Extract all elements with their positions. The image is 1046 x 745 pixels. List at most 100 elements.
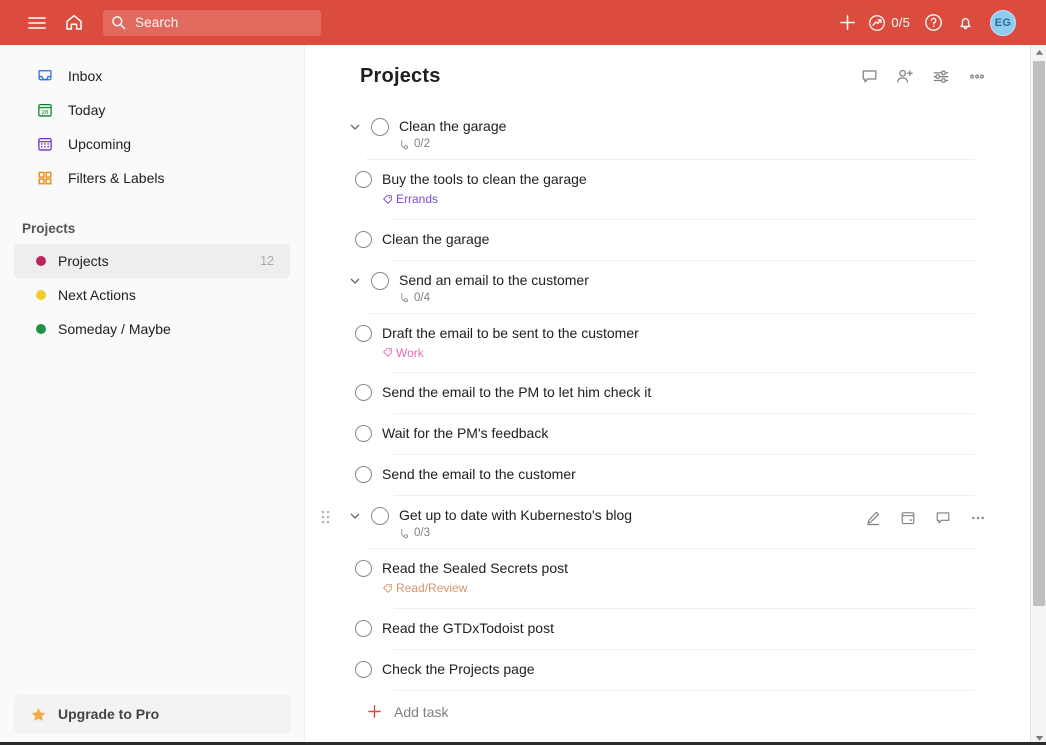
parent-task-row[interactable]: Clean the garage 0/2 (320, 107, 1030, 159)
subtask-content: Read the GTDxTodoist post (382, 619, 1030, 646)
comments-button[interactable] (858, 65, 880, 87)
subtask-content: Read the Sealed Secrets post Read/Review (382, 559, 1030, 608)
subtask-checkbox[interactable] (355, 425, 372, 442)
task-more-button[interactable] (968, 508, 988, 528)
sidebar-item-inbox[interactable]: Inbox (14, 59, 290, 93)
sidebar-project-projects[interactable]: Projects 12 (14, 244, 290, 278)
task-label-text: Read/Review (396, 581, 468, 595)
task-checkbox[interactable] (371, 507, 389, 525)
scroll-up-button[interactable] (1031, 45, 1046, 59)
subtask-checkbox[interactable] (355, 384, 372, 401)
subtask-checkbox[interactable] (355, 324, 372, 342)
chevron-down-icon[interactable] (346, 118, 364, 136)
chevron-down-icon[interactable] (346, 507, 364, 525)
productivity-button[interactable]: 0/5 (864, 11, 916, 35)
sliders-icon (933, 69, 949, 83)
project-color-dot (36, 324, 46, 334)
avatar[interactable]: EG (990, 9, 1016, 36)
search-icon (111, 15, 126, 30)
task-label[interactable]: Work (382, 346, 424, 360)
subtask-row[interactable]: Read the Sealed Secrets post Read/Review (320, 549, 1030, 608)
search-placeholder-text: Search (135, 15, 179, 30)
project-label: Someday / Maybe (58, 321, 171, 337)
subtask-checkbox[interactable] (355, 560, 372, 577)
drag-handle-icon[interactable] (320, 509, 332, 525)
task-group: Clean the garage 0/2 Buy the tools to cl… (320, 107, 1030, 261)
subtask-row[interactable]: Buy the tools to clean the garage Errand… (320, 160, 1030, 219)
subtask-title: Wait for the PM's feedback (382, 425, 549, 441)
subtask-count: 0/4 (399, 292, 1030, 304)
subtask-title: Send the email to the PM to let him chec… (382, 384, 652, 400)
subtask-count-text: 0/4 (414, 291, 430, 304)
parent-task-row[interactable]: Send an email to the customer 0/4 (320, 261, 1030, 313)
sidebar-projects-list: Projects 12 Next Actions Someday / Maybe (0, 244, 304, 346)
scrollbar-thumb[interactable] (1033, 61, 1045, 606)
task-label-text: Errands (396, 192, 439, 206)
subtask-title: Check the Projects page (382, 660, 535, 677)
notifications-button[interactable] (950, 8, 980, 38)
subtask-count: 0/3 (399, 527, 1030, 539)
chevron-down-icon[interactable] (346, 272, 364, 290)
subtask-row[interactable]: Draft the email to be sent to the custom… (320, 314, 1030, 373)
task-label-text: Work (396, 345, 424, 360)
sidebar-item-filters-labels[interactable]: Filters & Labels (14, 161, 290, 195)
edit-task-button[interactable] (863, 508, 883, 528)
share-project-button[interactable] (894, 65, 916, 87)
sidebar-item-today[interactable]: 28 Today (14, 93, 290, 127)
topbar-right-actions: 0/5 EG (832, 8, 1016, 38)
vertical-scrollbar[interactable] (1030, 45, 1046, 745)
subtask-row[interactable]: Wait for the PM's feedback (320, 414, 1030, 454)
task-group: Send an email to the customer 0/4 Draft … (320, 261, 1030, 496)
subtask-row[interactable]: Clean the garage (320, 220, 1030, 260)
upgrade-to-pro-button[interactable]: Upgrade to Pro (14, 695, 291, 733)
subtask-title: Clean the garage (382, 230, 490, 247)
sidebar-project-next-actions[interactable]: Next Actions (14, 278, 290, 312)
sidebar-item-upcoming[interactable]: Upcoming (14, 127, 290, 161)
more-options-button[interactable] (966, 65, 988, 87)
subtask-checkbox[interactable] (355, 230, 372, 248)
home-button[interactable] (59, 8, 89, 38)
calendar-today-icon: 28 (36, 101, 58, 119)
subtask-title: Send the email to the customer (382, 466, 576, 482)
hamburger-icon (28, 16, 46, 29)
add-task-button[interactable] (832, 8, 862, 38)
help-button[interactable] (918, 8, 948, 38)
plus-icon (839, 15, 855, 30)
subtask-row[interactable]: Send the email to the PM to let him chec… (320, 373, 1030, 413)
subtask-checkbox[interactable] (355, 466, 372, 483)
subtask-count-text: 0/3 (414, 527, 430, 539)
subtask-checkbox[interactable] (355, 619, 372, 637)
subtask-row[interactable]: Check the Projects page (320, 650, 1030, 690)
schedule-task-button[interactable] (898, 508, 918, 528)
add-task-label: Add task (394, 703, 449, 720)
task-checkbox[interactable] (371, 271, 389, 290)
subtask-checkbox[interactable] (355, 171, 372, 188)
home-icon (66, 14, 82, 30)
task-group: Get up to date with Kubernesto's blog 0/… (320, 496, 1030, 691)
sidebar-item-label: Today (68, 102, 106, 118)
add-task-row[interactable]: Add task (366, 693, 1030, 731)
hamburger-menu-button[interactable] (22, 8, 52, 38)
project-color-dot (36, 290, 46, 300)
project-color-dot (36, 256, 46, 266)
sidebar-item-label: Inbox (68, 68, 103, 84)
upgrade-label: Upgrade to Pro (58, 706, 160, 722)
calendar-upcoming-icon (36, 135, 58, 153)
subtask-content: Check the Projects page (382, 660, 1030, 687)
task-label[interactable]: Errands (382, 192, 438, 206)
subtask-row[interactable]: Send the email to the customer (320, 455, 1030, 495)
project-task-count: 12 (260, 254, 274, 268)
subtask-row[interactable]: Read the GTDxTodoist post (320, 609, 1030, 649)
subtask-title: Read the Sealed Secrets post (382, 560, 569, 576)
tag-icon (382, 583, 393, 594)
task-checkbox[interactable] (371, 118, 389, 136)
subtask-checkbox[interactable] (355, 660, 372, 678)
search-input[interactable]: Search (103, 9, 321, 36)
parent-task-row[interactable]: Get up to date with Kubernesto's blog 0/… (320, 496, 1030, 548)
task-label[interactable]: Read/Review (382, 581, 467, 595)
view-options-button[interactable] (930, 65, 952, 87)
sidebar-project-someday-maybe[interactable]: Someday / Maybe (14, 312, 290, 346)
comment-icon (862, 69, 876, 82)
subtask-tree-icon (399, 528, 410, 539)
comment-task-button[interactable] (933, 508, 953, 528)
